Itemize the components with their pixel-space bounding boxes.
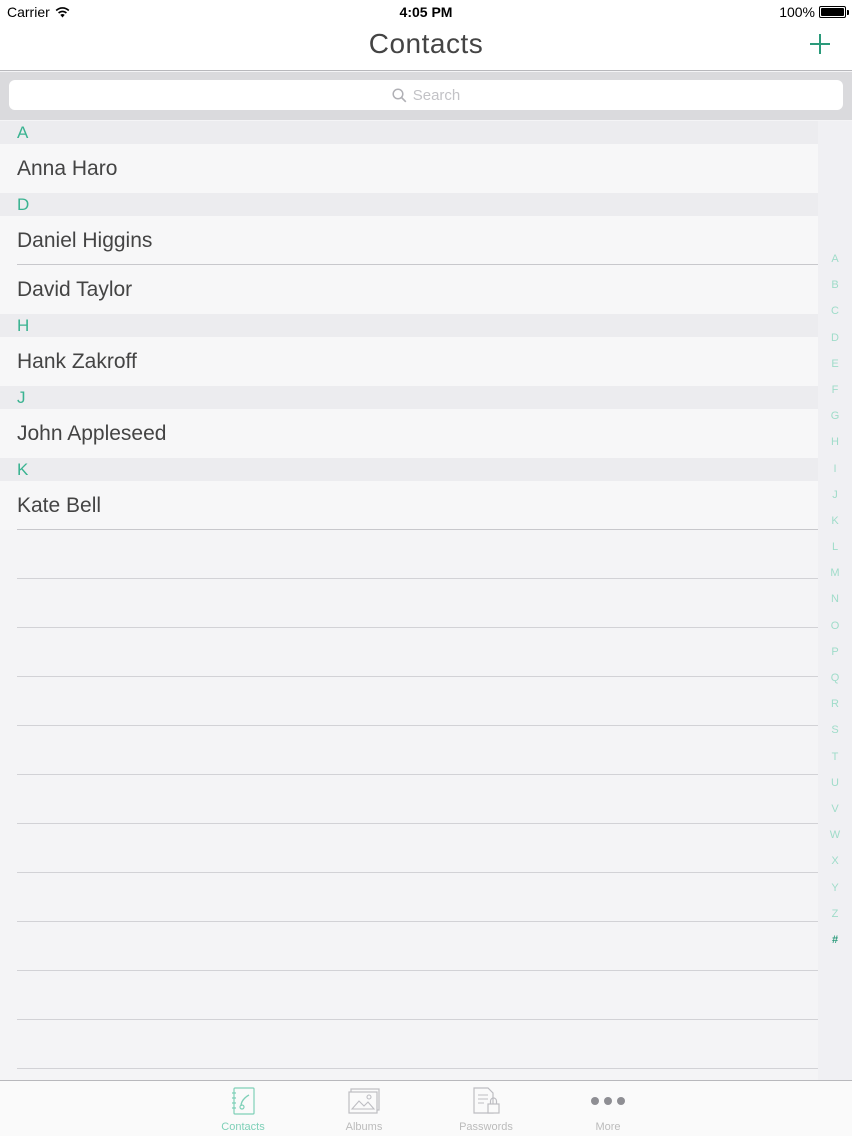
- index-letter[interactable]: #: [818, 927, 852, 953]
- index-letter[interactable]: F: [818, 377, 852, 403]
- tab-contacts-label: Contacts: [221, 1121, 265, 1133]
- index-letter[interactable]: U: [818, 770, 852, 796]
- contacts-list[interactable]: A Anna Haro D Daniel Higgins David Taylor H Ha…: [0, 121, 818, 1080]
- tab-albums-label: Albums: [345, 1121, 383, 1133]
- contacts-book-icon: [232, 1087, 255, 1115]
- section-header: D: [0, 193, 818, 216]
- empty-list-row: [0, 726, 818, 775]
- section-header: A: [0, 121, 818, 144]
- empty-list-row: [0, 530, 818, 579]
- index-letter[interactable]: J: [818, 482, 852, 508]
- index-letter[interactable]: P: [818, 639, 852, 665]
- index-letter[interactable]: S: [818, 717, 852, 743]
- section-index-bar[interactable]: A B C D E F G H I J K L M N O P Q R S T U V W X Y Z #: [818, 121, 852, 1080]
- index-letter[interactable]: A: [818, 246, 852, 272]
- contact-row[interactable]: Anna Haro: [0, 144, 818, 193]
- battery-icon: [819, 6, 849, 18]
- tab-bar: Contacts Albums Passwords More: [0, 1080, 852, 1136]
- empty-list-row: [0, 824, 818, 873]
- status-bar: Carrier 4:05 PM 100%: [0, 0, 852, 24]
- battery-indicator: 100%: [779, 4, 849, 20]
- section-index[interactable]: A B C D E F G H I J K L M N O P Q R S T U V W X Y Z #: [818, 246, 852, 953]
- index-letter[interactable]: Y: [818, 875, 852, 901]
- empty-list-row: [0, 579, 818, 628]
- section-header: J: [0, 386, 818, 409]
- index-letter[interactable]: L: [818, 534, 852, 560]
- tab-more[interactable]: More: [563, 1085, 653, 1135]
- password-document-icon: [473, 1087, 500, 1114]
- index-letter[interactable]: G: [818, 403, 852, 429]
- index-letter[interactable]: M: [818, 560, 852, 586]
- index-letter[interactable]: N: [818, 586, 852, 612]
- index-letter[interactable]: W: [818, 822, 852, 848]
- search-placeholder: Search: [412, 86, 461, 104]
- contact-row[interactable]: Hank Zakroff: [0, 337, 818, 386]
- search-input[interactable]: Search: [9, 80, 843, 110]
- empty-list-row: [0, 1020, 818, 1069]
- tab-passwords[interactable]: Passwords: [441, 1085, 531, 1135]
- index-letter[interactable]: C: [818, 298, 852, 324]
- tab-albums[interactable]: Albums: [319, 1085, 409, 1135]
- empty-list-row: [0, 628, 818, 677]
- empty-list-row: [0, 775, 818, 824]
- index-letter[interactable]: Q: [818, 665, 852, 691]
- section-header: H: [0, 314, 818, 337]
- index-letter[interactable]: Z: [818, 901, 852, 927]
- tab-contacts[interactable]: Contacts: [198, 1085, 288, 1135]
- index-letter[interactable]: D: [818, 325, 852, 351]
- index-letter[interactable]: E: [818, 351, 852, 377]
- photo-album-icon: [348, 1088, 380, 1114]
- index-letter[interactable]: O: [818, 613, 852, 639]
- section-header: K: [0, 458, 818, 481]
- tab-passwords-label: Passwords: [459, 1121, 513, 1133]
- add-contact-button[interactable]: [808, 32, 832, 56]
- index-letter[interactable]: V: [818, 796, 852, 822]
- index-letter[interactable]: I: [818, 456, 852, 482]
- battery-percent: 100%: [779, 4, 815, 20]
- contact-row[interactable]: John Appleseed: [0, 409, 818, 458]
- empty-list-row: [0, 873, 818, 922]
- contact-row[interactable]: David Taylor: [0, 265, 818, 314]
- empty-list-row: [0, 971, 818, 1020]
- index-letter[interactable]: K: [818, 508, 852, 534]
- navigation-bar: Contacts: [0, 24, 852, 71]
- index-letter[interactable]: B: [818, 272, 852, 298]
- index-letter[interactable]: R: [818, 691, 852, 717]
- search-bar: Search: [0, 72, 852, 120]
- contact-row[interactable]: Kate Bell: [0, 481, 818, 530]
- empty-list-row: [0, 922, 818, 971]
- tab-more-label: More: [595, 1121, 621, 1133]
- clock: 4:05 PM: [399, 4, 453, 20]
- empty-list-row: [0, 677, 818, 726]
- search-icon: [392, 87, 407, 102]
- page-title: Contacts: [368, 28, 484, 59]
- contact-row[interactable]: Daniel Higgins: [0, 216, 818, 265]
- more-dots-icon: [591, 1097, 625, 1105]
- plus-icon: [810, 34, 830, 54]
- index-letter[interactable]: T: [818, 744, 852, 770]
- index-letter[interactable]: H: [818, 429, 852, 455]
- index-letter[interactable]: X: [818, 848, 852, 874]
